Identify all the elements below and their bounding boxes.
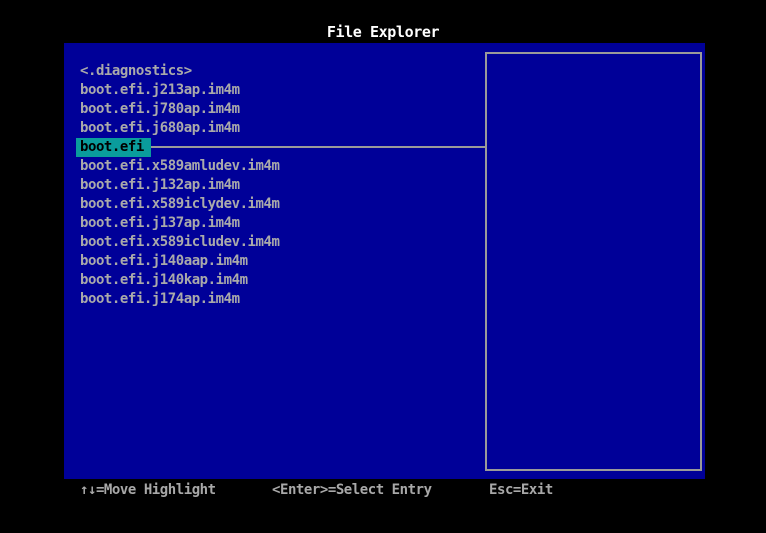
selection-connector-line bbox=[151, 146, 485, 148]
hint-select-entry: <Enter>=Select Entry bbox=[272, 482, 432, 498]
hint-move-highlight: ↑↓=Move Highlight bbox=[80, 482, 216, 498]
file-list: <.diagnostics> boot.efi.j213ap.im4m boot.e… bbox=[76, 62, 476, 309]
file-label: boot.efi.j680ap.im4m bbox=[80, 120, 240, 136]
file-list-item[interactable]: boot.efi.x589icludev.im4m bbox=[76, 233, 476, 252]
status-bar: ↑↓=Move Highlight <Enter>=Select Entry E… bbox=[0, 482, 766, 500]
file-list-item[interactable]: boot.efi.j213ap.im4m bbox=[76, 81, 476, 100]
file-list-item[interactable]: boot.efi.j174ap.im4m bbox=[76, 290, 476, 309]
file-list-item[interactable]: boot.efi.j140kap.im4m bbox=[76, 271, 476, 290]
file-label: boot.efi bbox=[76, 138, 151, 157]
file-list-item[interactable]: boot.efi.x589iclydev.im4m bbox=[76, 195, 476, 214]
file-label: boot.efi.x589iclydev.im4m bbox=[80, 196, 280, 212]
file-list-item[interactable]: boot.efi.x589amludev.im4m bbox=[76, 157, 476, 176]
file-list-item[interactable]: boot.efi.j137ap.im4m bbox=[76, 214, 476, 233]
file-label: boot.efi.j780ap.im4m bbox=[80, 101, 240, 117]
file-label: boot.efi.j132ap.im4m bbox=[80, 177, 240, 193]
file-label: boot.efi.j140kap.im4m bbox=[80, 272, 248, 288]
file-list-item[interactable]: boot.efi.j140aap.im4m bbox=[76, 252, 476, 271]
file-list-item[interactable]: boot.efi.j132ap.im4m bbox=[76, 176, 476, 195]
file-label: boot.efi.j213ap.im4m bbox=[80, 82, 240, 98]
file-label: boot.efi.j174ap.im4m bbox=[80, 291, 240, 307]
file-label: boot.efi.x589amludev.im4m bbox=[80, 158, 280, 174]
file-list-item[interactable]: <.diagnostics> bbox=[76, 62, 476, 81]
file-label: boot.efi.x589icludev.im4m bbox=[80, 234, 280, 250]
file-list-item[interactable]: boot.efi.j780ap.im4m bbox=[76, 100, 476, 119]
help-panel bbox=[485, 52, 702, 471]
page-title: File Explorer bbox=[326, 23, 440, 41]
hint-exit: Esc=Exit bbox=[489, 482, 553, 498]
file-label: <.diagnostics> bbox=[80, 63, 192, 79]
file-label: boot.efi.j140aap.im4m bbox=[80, 253, 248, 269]
file-list-item[interactable]: boot.efi.j680ap.im4m bbox=[76, 119, 476, 138]
file-label: boot.efi.j137ap.im4m bbox=[80, 215, 240, 231]
